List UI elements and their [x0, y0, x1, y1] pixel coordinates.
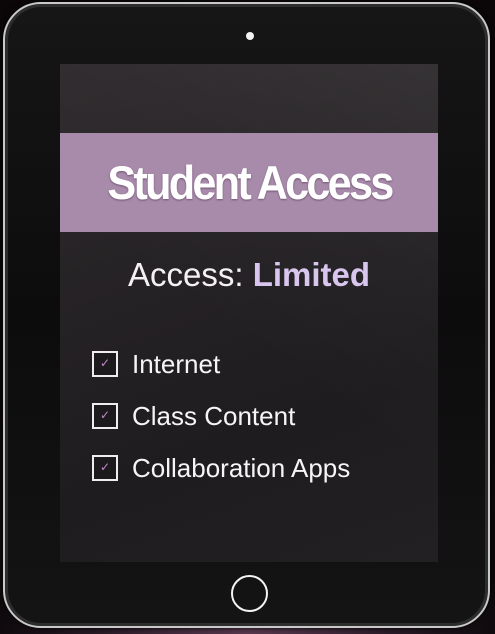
access-status: Access: Limited — [60, 256, 438, 294]
tablet-screen: Student Access Access: Limited ✓ Interne… — [60, 64, 438, 562]
check-icon: ✓ — [100, 460, 111, 474]
check-icon: ✓ — [100, 356, 111, 370]
permission-label: Internet — [132, 349, 221, 379]
title-banner: Student Access — [60, 133, 438, 232]
internet-checkbox[interactable]: ✓ — [92, 351, 118, 377]
home-button[interactable] — [231, 575, 268, 612]
check-icon: ✓ — [100, 408, 111, 422]
permission-list: ✓ Internet ✓ Class Content ✓ Collaborati… — [92, 349, 422, 505]
permission-label: Class Content — [132, 401, 296, 431]
access-label: Access: — [127, 256, 244, 293]
camera-icon — [246, 32, 254, 40]
access-value: Limited — [252, 256, 371, 293]
permission-label: Collaboration Apps — [132, 453, 351, 483]
permission-item-class-content: ✓ Class Content — [92, 401, 422, 453]
permission-item-internet: ✓ Internet — [92, 349, 422, 401]
collaboration-apps-checkbox[interactable]: ✓ — [92, 455, 118, 481]
banner-title: Student Access — [106, 156, 394, 209]
class-content-checkbox[interactable]: ✓ — [92, 403, 118, 429]
permission-item-collaboration-apps: ✓ Collaboration Apps — [92, 453, 422, 505]
tablet-device-frame: Student Access Access: Limited ✓ Interne… — [3, 2, 490, 628]
